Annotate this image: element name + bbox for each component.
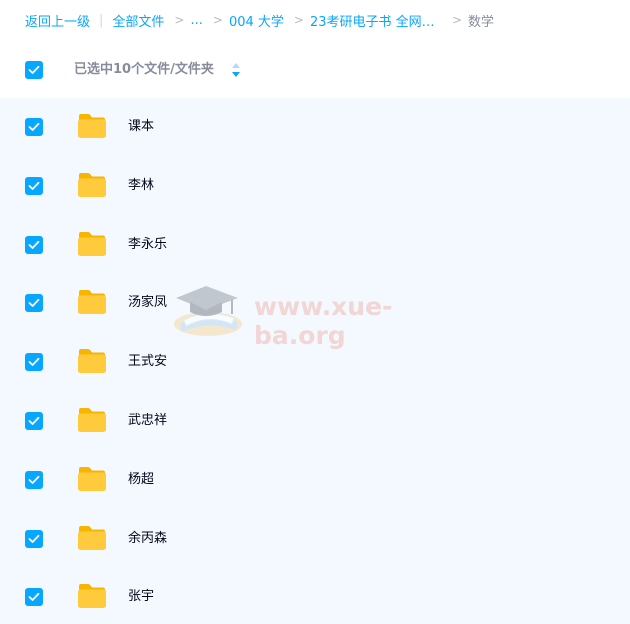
folder-icon — [78, 290, 106, 314]
file-list: 课本李林李永乐汤家凤王式安武忠祥杨超余丙森张宇 — [0, 98, 630, 624]
back-link[interactable]: 返回上一级 — [25, 11, 90, 30]
watermark-text: www.xue-ba.org — [254, 292, 393, 350]
chevron-right-icon: > — [174, 13, 185, 27]
list-item[interactable]: 武忠祥 — [0, 392, 630, 450]
sort-arrows-icon[interactable] — [231, 62, 241, 78]
row-checkbox[interactable] — [25, 588, 43, 606]
breadcrumb-current: 数学 — [468, 14, 495, 30]
checkmark-icon — [28, 357, 40, 366]
file-name[interactable]: 课本 — [128, 118, 154, 136]
list-item[interactable]: 课本 — [0, 98, 630, 156]
folder-icon — [78, 232, 106, 256]
select-all-checkbox[interactable] — [25, 61, 43, 79]
folder-icon — [78, 408, 106, 432]
row-checkbox[interactable] — [25, 294, 43, 312]
folder-icon — [78, 467, 106, 491]
checkmark-icon — [28, 122, 40, 131]
chevron-right-icon: > — [451, 13, 463, 27]
checkmark-icon — [28, 475, 40, 484]
file-name[interactable]: 李林 — [128, 177, 154, 195]
row-checkbox[interactable] — [25, 530, 43, 548]
chevron-right-icon: > — [293, 13, 304, 27]
folder-icon — [78, 114, 106, 138]
folder-icon — [78, 526, 106, 550]
file-name[interactable]: 武忠祥 — [128, 412, 167, 430]
list-item[interactable]: 张宇 — [0, 568, 630, 624]
row-checkbox[interactable] — [25, 177, 43, 195]
list-item[interactable]: 余丙森 — [0, 510, 630, 568]
folder-icon — [78, 349, 106, 373]
breadcrumb-folder-daxue[interactable]: 004 大学 — [229, 11, 284, 30]
graduation-cap-logo-icon — [174, 286, 242, 336]
breadcrumb-divider: | — [99, 12, 104, 28]
row-checkbox[interactable] — [25, 412, 43, 430]
file-name[interactable]: 杨超 — [128, 471, 154, 489]
file-name[interactable]: 王式安 — [128, 353, 167, 371]
checkmark-icon — [28, 181, 40, 190]
folder-icon — [78, 173, 106, 197]
checkmark-icon — [28, 416, 40, 425]
breadcrumb: 返回上一级 | 全部文件 > ... > 004 大学 > 23考研电子书 全网… — [25, 8, 494, 32]
checkmark-icon — [28, 65, 40, 74]
list-item[interactable]: 杨超 — [0, 451, 630, 509]
chevron-right-icon: > — [212, 13, 223, 27]
file-name[interactable]: 李永乐 — [128, 236, 167, 254]
file-name[interactable]: 张宇 — [128, 588, 154, 606]
checkmark-icon — [28, 534, 40, 543]
row-checkbox[interactable] — [25, 471, 43, 489]
watermark: www.xue-ba.org — [170, 280, 460, 350]
checkmark-icon — [28, 298, 40, 307]
row-checkbox[interactable] — [25, 353, 43, 371]
checkmark-icon — [28, 240, 40, 249]
selection-count-label: 已选中10个文件/文件夹 — [74, 62, 214, 77]
list-item[interactable]: 李林 — [0, 157, 630, 215]
folder-icon — [78, 584, 106, 608]
breadcrumb-ellipsis[interactable]: ... — [190, 13, 202, 28]
file-browser: 返回上一级 | 全部文件 > ... > 004 大学 > 23考研电子书 全网… — [0, 0, 630, 624]
file-name[interactable]: 余丙森 — [128, 530, 167, 548]
file-name[interactable]: 汤家凤 — [128, 294, 167, 312]
checkmark-icon — [28, 592, 40, 601]
row-checkbox[interactable] — [25, 236, 43, 254]
list-header: 已选中10个文件/文件夹 — [0, 45, 630, 95]
row-checkbox[interactable] — [25, 118, 43, 136]
breadcrumb-all-files[interactable]: 全部文件 — [112, 11, 164, 30]
breadcrumb-folder-ebooks[interactable]: 23考研电子书 全网首发 — [310, 11, 442, 30]
list-item[interactable]: 李永乐 — [0, 216, 630, 274]
